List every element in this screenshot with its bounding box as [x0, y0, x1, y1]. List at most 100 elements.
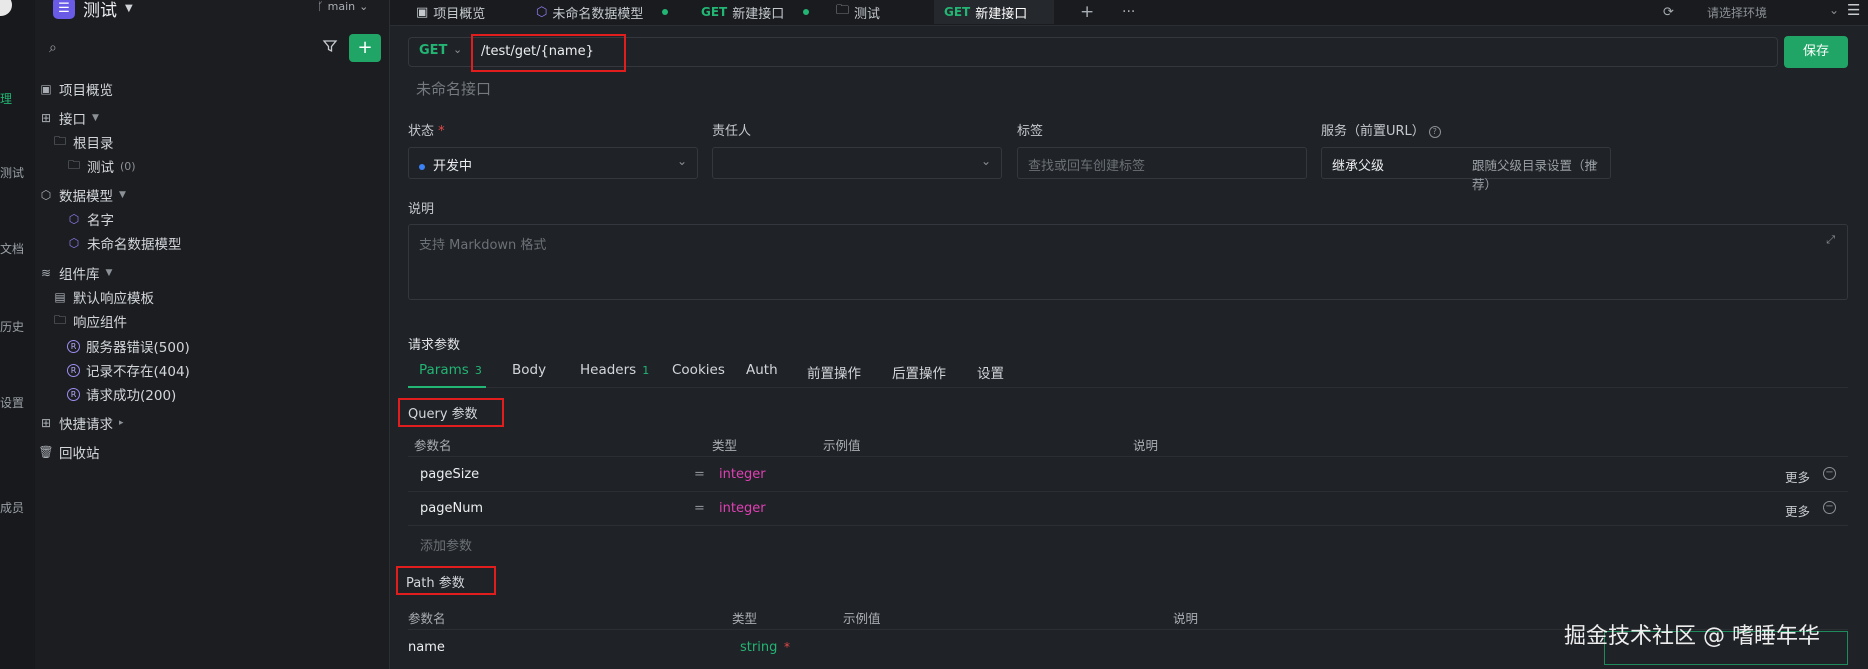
- environment-select[interactable]: 请选择环境 ⌄: [1703, 0, 1868, 24]
- sidebar-item-components[interactable]: ≋ 组件库 ▼: [39, 262, 112, 284]
- folder-icon: 🗀: [67, 157, 80, 172]
- tab-post-actions[interactable]: 后置操作: [892, 362, 946, 382]
- save-button[interactable]: 保存: [1784, 36, 1848, 68]
- api-icon: ⊞: [40, 111, 52, 125]
- owner-select[interactable]: ⌄: [712, 147, 1002, 179]
- tab-pre-actions[interactable]: 前置操作: [807, 362, 861, 382]
- method-select[interactable]: GET: [419, 43, 447, 58]
- chevron-down-icon: ▼: [105, 268, 113, 278]
- sidebar-item-label: 数据模型: [59, 189, 113, 205]
- owner-label: 责任人: [712, 124, 752, 139]
- col-desc-header: 说明: [1173, 611, 1199, 626]
- project-switcher[interactable]: ☰ 测试 ▼: [53, 0, 133, 21]
- table-row[interactable]: pageSize = integer 更多 −: [408, 458, 1848, 492]
- sidebar-item-model-name[interactable]: ⬡ 名字: [67, 208, 114, 230]
- rail-item-settings[interactable]: 设置: [0, 394, 24, 411]
- sidebar-item-data-models[interactable]: ⬡ 数据模型 ▼: [39, 184, 126, 206]
- sidebar-item-response-components[interactable]: 🗀 响应组件: [53, 310, 127, 332]
- cube-icon: ⬡: [68, 212, 80, 226]
- status-select[interactable]: 开发中 ⌄: [408, 147, 698, 179]
- tags-input[interactable]: 查找或回车创建标签: [1017, 147, 1307, 179]
- api-name-input[interactable]: 未命名接口: [416, 78, 491, 99]
- sidebar-search-input[interactable]: ⌕: [49, 38, 289, 58]
- cube-icon: ⬡: [68, 236, 80, 250]
- param-type[interactable]: string: [740, 640, 777, 655]
- refresh-icon[interactable]: ⟳: [1663, 0, 1674, 24]
- sidebar-item-resp-200[interactable]: R 请求成功(200): [67, 383, 176, 405]
- tab-settings[interactable]: 设置: [977, 362, 1004, 382]
- tab-params[interactable]: Params 3: [419, 362, 482, 378]
- sidebar-item-label: 请求成功(200): [86, 388, 177, 404]
- more-tabs-button[interactable]: ···: [1122, 0, 1135, 24]
- add-param-placeholder[interactable]: 添加参数: [420, 535, 472, 554]
- menu-icon[interactable]: ☰: [1847, 1, 1860, 19]
- tags-placeholder: 查找或回车创建标签: [1028, 159, 1146, 174]
- app-logo-icon: [0, 0, 12, 16]
- status-label-text: 状态: [408, 124, 435, 139]
- filter-icon[interactable]: [322, 38, 340, 56]
- sidebar-item-root-dir[interactable]: 🗀 根目录: [53, 131, 114, 153]
- tab-label: 测试: [854, 6, 881, 22]
- help-icon[interactable]: ?: [1428, 125, 1441, 138]
- description-label: 说明: [408, 202, 435, 217]
- service-select[interactable]: 继承父级 跟随父级目录设置（推荐） ⌄: [1321, 147, 1611, 192]
- param-name[interactable]: pageSize: [420, 467, 479, 482]
- url-input[interactable]: /test/get/{name}: [481, 44, 594, 59]
- add-param-row[interactable]: 添加参数: [408, 526, 1848, 560]
- tab-project-overview[interactable]: ▣ 项目概览: [410, 0, 491, 24]
- project-name: 测试: [83, 0, 117, 21]
- remove-icon[interactable]: −: [1823, 501, 1836, 514]
- sidebar-item-overview[interactable]: ▣ 项目概览: [39, 78, 113, 100]
- add-button[interactable]: +: [349, 34, 381, 62]
- tab-label: Params: [419, 362, 469, 378]
- sidebar-item-resp-404[interactable]: R 记录不存在(404): [67, 359, 190, 381]
- layers-icon: ≋: [40, 266, 52, 280]
- sidebar-item-model-unnamed[interactable]: ⬡ 未命名数据模型: [67, 232, 182, 254]
- sidebar-item-quick-request[interactable]: ⊞ 快捷请求 ▸: [39, 412, 124, 434]
- col-example-header: 示例值: [823, 438, 861, 453]
- description-editor[interactable]: 支持 Markdown 格式 ⤢: [408, 224, 1848, 300]
- chevron-down-icon: ▼: [125, 2, 133, 14]
- param-name[interactable]: name: [408, 640, 445, 655]
- col-name-header: 参数名: [414, 438, 452, 453]
- folder-icon: 🗀: [53, 133, 66, 148]
- rail-item-docs[interactable]: 文档: [0, 240, 24, 257]
- request-params-title: 请求参数: [408, 338, 461, 353]
- trash-icon: 🗑: [38, 445, 54, 459]
- branch-selector[interactable]: ᚴ main ⌄: [317, 0, 368, 13]
- more-button[interactable]: 更多: [1785, 467, 1810, 486]
- tab-new-api-1[interactable]: GET 新建接口: [695, 0, 815, 24]
- url-bar: GET ⌄ /test/get/{name}: [408, 34, 1778, 72]
- sidebar-item-interfaces[interactable]: ⊞ 接口 ▼: [39, 107, 99, 129]
- expand-icon[interactable]: ⤢: [1826, 233, 1835, 247]
- tab-cookies[interactable]: Cookies: [672, 362, 725, 378]
- rail-item-test[interactable]: 测试: [0, 164, 24, 181]
- table-row[interactable]: pageNum = integer 更多 −: [408, 492, 1848, 526]
- sidebar-item-label: 快捷请求: [59, 417, 113, 433]
- tab-auth[interactable]: Auth: [746, 362, 778, 378]
- rail-item-history[interactable]: 历史: [0, 318, 24, 335]
- rail-item-members[interactable]: 成员: [0, 499, 24, 516]
- tab-test-folder[interactable]: 🗀 测试: [830, 0, 886, 24]
- app-window: 理 测试 文档 历史 设置 成员 ☰ 测试 ▼ ᚴ main ⌄ ⌕ + ▣ 项…: [0, 0, 1868, 669]
- tab-unnamed-model[interactable]: ⬡ 未命名数据模型: [530, 0, 674, 24]
- sidebar-item-recycle-bin[interactable]: 🗑 回收站: [38, 441, 99, 463]
- sidebar-item-resp-500[interactable]: R 服务器错误(500): [67, 335, 190, 357]
- tab-label: 项目概览: [433, 6, 486, 22]
- param-type[interactable]: integer: [719, 501, 766, 516]
- tab-headers[interactable]: Headers 1: [580, 362, 649, 378]
- sidebar-item-default-response[interactable]: ▤ 默认响应模板: [53, 286, 154, 308]
- template-icon: ▤: [54, 290, 66, 304]
- sidebar-item-folder-test[interactable]: 🗀 测试 (0): [67, 155, 136, 177]
- param-name[interactable]: pageNum: [420, 501, 483, 516]
- more-button[interactable]: 更多: [1785, 501, 1810, 520]
- rail-item-manage[interactable]: 理: [0, 90, 12, 107]
- remove-icon[interactable]: −: [1823, 467, 1836, 480]
- add-tab-button[interactable]: +: [1080, 0, 1094, 24]
- tab-new-api-2[interactable]: GET 新建接口: [934, 0, 1054, 24]
- tab-body[interactable]: Body: [512, 362, 546, 378]
- chevron-down-icon: ⌄: [453, 43, 463, 56]
- tags-label: 标签: [1017, 124, 1044, 139]
- description-placeholder: 支持 Markdown 格式: [419, 238, 547, 253]
- param-type[interactable]: integer: [719, 467, 766, 482]
